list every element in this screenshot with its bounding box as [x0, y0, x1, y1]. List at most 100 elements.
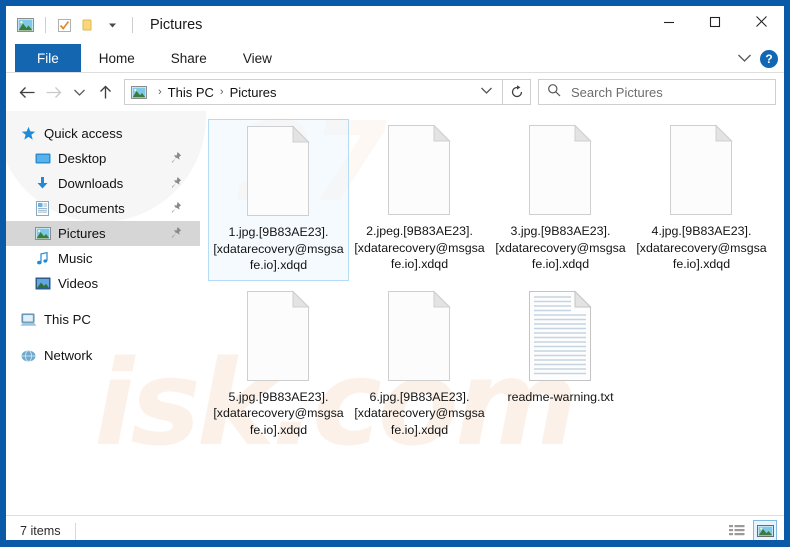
breadcrumb-dropdown-icon[interactable]: [471, 86, 502, 98]
file-list-pane[interactable]: 1.jpg.[9B83AE23].[xdatarecovery@msgsafe.…: [200, 111, 784, 515]
downloads-icon: [34, 175, 51, 192]
recent-locations-button[interactable]: [66, 79, 92, 105]
explorer-body: Quick access Desktop Downloads Documents…: [6, 111, 784, 515]
pin-icon[interactable]: [169, 201, 182, 214]
star-icon: [20, 125, 37, 142]
file-name: 4.jpg.[9B83AE23].[xdatarecovery@msgsafe.…: [636, 224, 767, 271]
sidebar-item-downloads[interactable]: Downloads: [6, 171, 200, 196]
breadcrumb-bar[interactable]: › This PC › Pictures: [124, 79, 503, 105]
pictures-folder-icon: [131, 85, 147, 99]
breadcrumb-separator-0: ›: [158, 86, 162, 98]
maximize-button[interactable]: [692, 6, 738, 37]
blank-file-icon: [523, 123, 599, 217]
sidebar-item-desktop[interactable]: Desktop: [6, 146, 200, 171]
explorer-picture-icon[interactable]: [14, 14, 36, 36]
minimize-button[interactable]: [646, 6, 692, 37]
forward-button[interactable]: [40, 79, 66, 105]
blank-file-icon: [241, 289, 317, 383]
file-item[interactable]: 3.jpg.[9B83AE23].[xdatarecovery@msgsafe.…: [490, 119, 631, 281]
file-grid: 1.jpg.[9B83AE23].[xdatarecovery@msgsafe.…: [208, 119, 784, 448]
status-separator: [74, 522, 76, 540]
sidebar-label-videos: Videos: [58, 276, 99, 291]
breadcrumb-pictures[interactable]: Pictures: [230, 85, 277, 100]
tab-share[interactable]: Share: [153, 44, 225, 72]
blank-file-icon: [382, 123, 458, 217]
address-bar: › This PC › Pictures: [6, 73, 784, 111]
up-button[interactable]: [92, 79, 118, 105]
desktop-icon: [34, 150, 51, 167]
file-name: 1.jpg.[9B83AE23].[xdatarecovery@msgsafe.…: [213, 225, 344, 272]
tab-home[interactable]: Home: [81, 44, 153, 72]
blank-file-icon: [382, 289, 458, 383]
chevron-down-icon[interactable]: [737, 50, 752, 68]
explorer-window: 27 isk.com Pictures File Home Share View…: [0, 0, 790, 547]
search-box[interactable]: [538, 79, 776, 105]
sidebar-label-this-pc: This PC: [44, 312, 91, 327]
status-bar: 7 items: [6, 515, 784, 540]
new-folder-icon[interactable]: [77, 14, 99, 36]
blank-file-icon: [664, 123, 740, 217]
videos-icon: [34, 275, 51, 292]
window-client-area: 27 isk.com Pictures File Home Share View…: [6, 6, 784, 540]
blank-file-icon: [241, 124, 317, 218]
sidebar-label-documents: Documents: [58, 201, 125, 216]
navigation-pane: Quick access Desktop Downloads Documents…: [6, 111, 200, 515]
customize-qat-chevron-icon[interactable]: [101, 14, 123, 36]
file-name: 2.jpeg.[9B83AE23].[xdatarecovery@msgsafe…: [354, 224, 485, 271]
sidebar-label-network: Network: [44, 348, 93, 363]
properties-icon[interactable]: [53, 14, 75, 36]
tab-view[interactable]: View: [225, 44, 290, 72]
refresh-button[interactable]: [503, 79, 531, 105]
sidebar-item-videos[interactable]: Videos: [6, 271, 200, 296]
title-bar: Pictures: [6, 6, 784, 44]
file-item[interactable]: 4.jpg.[9B83AE23].[xdatarecovery@msgsafe.…: [631, 119, 772, 281]
close-button[interactable]: [738, 6, 784, 37]
pictures-icon: [34, 225, 51, 242]
file-name: readme-warning.txt: [507, 389, 614, 404]
breadcrumb-separator-1: ›: [219, 86, 224, 98]
window-controls: [646, 6, 784, 37]
ribbon-tab-bar: File Home Share View ?: [6, 44, 784, 73]
view-mode-buttons: [725, 520, 777, 540]
back-button[interactable]: [14, 79, 40, 105]
file-name: 5.jpg.[9B83AE23].[xdatarecovery@msgsafe.…: [213, 389, 344, 437]
pin-icon[interactable]: [169, 176, 182, 189]
sidebar-item-documents[interactable]: Documents: [6, 196, 200, 221]
file-item[interactable]: readme-warning.txt: [490, 285, 631, 445]
large-icons-view-button[interactable]: [753, 520, 777, 540]
this-pc-icon: [20, 311, 37, 328]
search-icon: [547, 83, 561, 102]
sidebar-label-quick-access: Quick access: [44, 126, 123, 141]
window-title: Pictures: [150, 17, 203, 33]
file-name: 3.jpg.[9B83AE23].[xdatarecovery@msgsafe.…: [495, 224, 626, 271]
file-item[interactable]: 6.jpg.[9B83AE23].[xdatarecovery@msgsafe.…: [349, 285, 490, 445]
text-file-icon: [523, 289, 599, 383]
sidebar-item-quick-access[interactable]: Quick access: [6, 121, 200, 146]
tab-file[interactable]: File: [15, 44, 81, 72]
sidebar-item-this-pc[interactable]: This PC: [6, 307, 200, 332]
search-input[interactable]: [569, 83, 749, 101]
file-item[interactable]: 2.jpeg.[9B83AE23].[xdatarecovery@msgsafe…: [349, 119, 490, 281]
music-icon: [34, 250, 51, 267]
pin-icon[interactable]: [169, 226, 182, 239]
sidebar-label-downloads: Downloads: [58, 176, 124, 191]
sidebar-label-desktop: Desktop: [58, 151, 107, 166]
file-item[interactable]: 5.jpg.[9B83AE23].[xdatarecovery@msgsafe.…: [208, 285, 349, 445]
sidebar-item-music[interactable]: Music: [6, 246, 200, 271]
pin-icon[interactable]: [169, 151, 182, 164]
breadcrumb-this-pc[interactable]: This PC: [168, 85, 214, 100]
file-name: 6.jpg.[9B83AE23].[xdatarecovery@msgsafe.…: [354, 389, 485, 437]
item-count-label: 7 items: [20, 524, 61, 538]
qat-separator: [45, 17, 46, 33]
network-icon: [20, 347, 37, 364]
sidebar-item-network[interactable]: Network: [6, 343, 200, 368]
file-item[interactable]: 1.jpg.[9B83AE23].[xdatarecovery@msgsafe.…: [208, 119, 349, 281]
ribbon-right-controls: ?: [737, 44, 778, 73]
help-icon[interactable]: ?: [760, 49, 778, 68]
sidebar-label-pictures: Pictures: [58, 226, 106, 241]
sidebar-item-pictures[interactable]: Pictures: [6, 221, 200, 246]
title-separator: [132, 17, 133, 33]
details-view-button[interactable]: [725, 520, 749, 540]
